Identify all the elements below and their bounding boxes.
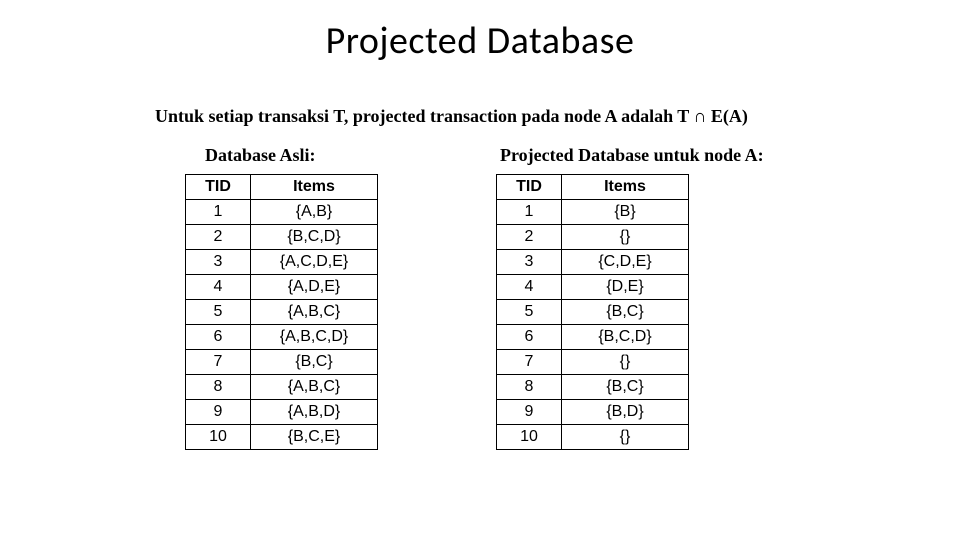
cell-tid: 4 [186,275,251,300]
cell-items: {B,C} [251,350,378,375]
table-row: 1{A,B} [186,200,378,225]
table-row: 8{B,C} [497,375,689,400]
table-row: 4{D,E} [497,275,689,300]
table-row: 2{B,C,D} [186,225,378,250]
table-row: 10{B,C,E} [186,425,378,450]
cell-items: {B,C,E} [251,425,378,450]
page-title: Projected Database [0,18,960,64]
table-row: 9{A,B,D} [186,400,378,425]
table-row: 3{A,C,D,E} [186,250,378,275]
cell-items: {} [562,350,689,375]
cell-tid: 9 [497,400,562,425]
cell-items: {B,C,D} [251,225,378,250]
subtitle: Untuk setiap transaksi T, projected tran… [155,106,960,127]
cell-items: {} [562,425,689,450]
right-header-tid: TID [497,175,562,200]
cell-items: {} [562,225,689,250]
right-table: TID Items 1{B} 2{} 3{C,D,E} 4{D,E} 5{B,C… [496,174,689,450]
slide: Projected Database Untuk setiap transaks… [0,18,960,558]
table-row: 6{A,B,C,D} [186,325,378,350]
table-row: 7{} [497,350,689,375]
cell-items: {A,B,C,D} [251,325,378,350]
cell-tid: 5 [497,300,562,325]
cell-items: {A,D,E} [251,275,378,300]
table-row: 5{A,B,C} [186,300,378,325]
left-table: TID Items 1{A,B} 2{B,C,D} 3{A,C,D,E} 4{A… [185,174,378,450]
cell-tid: 1 [186,200,251,225]
cell-tid: 9 [186,400,251,425]
left-header-items: Items [251,175,378,200]
cell-tid: 2 [186,225,251,250]
cell-tid: 8 [497,375,562,400]
cell-tid: 4 [497,275,562,300]
table-row: 9{B,D} [497,400,689,425]
table-row: 7{B,C} [186,350,378,375]
cell-items: {A,B,C} [251,300,378,325]
cell-tid: 1 [497,200,562,225]
cell-items: {B,C,D} [562,325,689,350]
cell-tid: 5 [186,300,251,325]
table-row: 10{} [497,425,689,450]
columns: Database Asli: TID Items 1{A,B} 2{B,C,D}… [0,145,960,450]
right-header-items: Items [562,175,689,200]
cell-items: {B,D} [562,400,689,425]
cell-tid: 6 [497,325,562,350]
cell-tid: 6 [186,325,251,350]
cell-tid: 7 [497,350,562,375]
cell-tid: 2 [497,225,562,250]
cell-items: {B,C} [562,375,689,400]
cell-items: {A,C,D,E} [251,250,378,275]
left-column: Database Asli: TID Items 1{A,B} 2{B,C,D}… [185,145,378,450]
cell-tid: 3 [497,250,562,275]
cell-tid: 10 [497,425,562,450]
table-row: 5{B,C} [497,300,689,325]
right-column: Projected Database untuk node A: TID Ite… [496,145,764,450]
cell-tid: 3 [186,250,251,275]
cell-items: {B,C} [562,300,689,325]
table-row: 4{A,D,E} [186,275,378,300]
cell-items: {C,D,E} [562,250,689,275]
table-row: 3{C,D,E} [497,250,689,275]
table-row: 1{B} [497,200,689,225]
cell-tid: 8 [186,375,251,400]
table-row: 6{B,C,D} [497,325,689,350]
left-caption: Database Asli: [185,145,378,166]
table-header-row: TID Items [497,175,689,200]
left-header-tid: TID [186,175,251,200]
cell-items: {D,E} [562,275,689,300]
cell-items: {A,B} [251,200,378,225]
right-caption: Projected Database untuk node A: [496,145,764,166]
table-row: 8{A,B,C} [186,375,378,400]
table-row: 2{} [497,225,689,250]
cell-items: {B} [562,200,689,225]
cell-tid: 10 [186,425,251,450]
cell-items: {A,B,D} [251,400,378,425]
table-header-row: TID Items [186,175,378,200]
cell-items: {A,B,C} [251,375,378,400]
cell-tid: 7 [186,350,251,375]
